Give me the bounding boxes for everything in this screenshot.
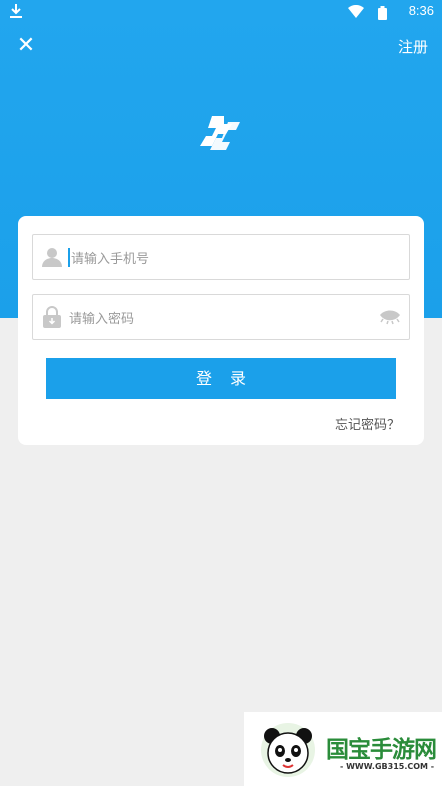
app-logo bbox=[198, 114, 244, 156]
phone-field[interactable]: 请输入手机号 bbox=[32, 234, 410, 280]
panda-icon bbox=[260, 722, 316, 778]
close-icon[interactable]: ✕ bbox=[14, 34, 38, 58]
password-field[interactable]: 请输入密码 bbox=[32, 294, 410, 340]
eye-hidden-icon[interactable] bbox=[379, 309, 401, 325]
login-card: 请输入手机号 请输入密码 登录 忘记密码？ bbox=[18, 216, 424, 445]
login-button[interactable]: 登录 bbox=[46, 358, 396, 399]
status-bar: 8:36 bbox=[0, 0, 442, 24]
status-time: 8:36 bbox=[408, 3, 434, 18]
watermark: 国宝手游网 - WWW.GB315.COM - bbox=[244, 712, 442, 786]
user-icon bbox=[41, 246, 63, 268]
forgot-password-link[interactable]: 忘记密码？ bbox=[335, 414, 400, 433]
lock-icon bbox=[41, 306, 63, 328]
password-input[interactable]: 请输入密码 bbox=[69, 308, 134, 327]
battery-icon bbox=[378, 6, 387, 24]
register-button[interactable]: 注册 bbox=[398, 36, 428, 57]
watermark-url: - WWW.GB315.COM - bbox=[340, 762, 435, 771]
download-icon bbox=[10, 4, 22, 22]
wifi-icon bbox=[348, 4, 364, 22]
phone-input[interactable]: 请输入手机号 bbox=[68, 248, 149, 267]
watermark-brand: 国宝手游网 bbox=[326, 737, 437, 763]
